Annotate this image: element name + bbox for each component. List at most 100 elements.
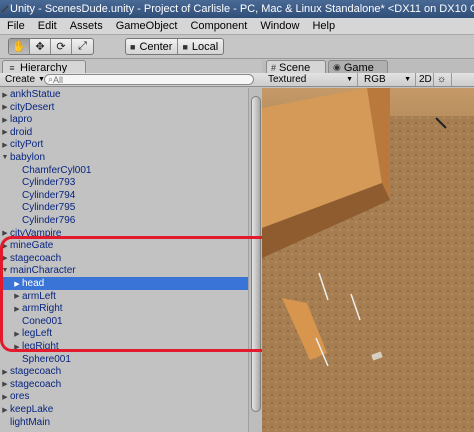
hierarchy-item-label: keepLake	[10, 404, 54, 415]
scene-tab-strip: # Scene ◉ Game	[262, 60, 474, 74]
annotation-highlight-box	[0, 236, 282, 352]
move-tool-button[interactable]: ✥	[30, 39, 51, 54]
toggle-2d-button[interactable]: 2D	[416, 73, 434, 86]
hierarchy-item[interactable]: ▶ stagecoach	[0, 378, 248, 391]
hierarchy-item[interactable]: Cylinder796	[0, 214, 248, 227]
collapse-arrow-icon[interactable]: ▼	[0, 154, 10, 161]
game-icon: ◉	[333, 62, 341, 72]
hierarchy-item[interactable]: lightMain	[0, 416, 248, 429]
lighting-toggle[interactable]: ☼	[434, 73, 452, 86]
main-toolbar: ✋ ✥ ⟳ ⤢ ■ Center ■ Local	[0, 35, 474, 59]
scene-toolbar: Textured ▼ RGB ▼ 2D ☼	[262, 73, 474, 87]
hierarchy-item-label: babylon	[10, 152, 46, 163]
menu-file[interactable]: File	[0, 20, 31, 32]
menu-help[interactable]: Help	[305, 20, 341, 32]
scene-viewport[interactable]	[262, 88, 474, 432]
local-space-icon: ■	[182, 41, 188, 52]
toggle-2d-label: 2D	[419, 74, 432, 85]
hierarchy-item[interactable]: ▶ lapro	[0, 113, 248, 126]
menu-assets[interactable]: Assets	[63, 20, 109, 32]
channel-dropdown[interactable]: RGB ▼	[358, 73, 416, 86]
expand-arrow-icon[interactable]: ▶	[0, 380, 10, 388]
hierarchy-item[interactable]: ▶ droid	[0, 126, 248, 139]
hierarchy-tab-label: Hierarchy	[20, 61, 68, 74]
pivot-label: Center	[139, 40, 173, 53]
hand-icon: ✋	[12, 41, 26, 53]
menu-edit[interactable]: Edit	[31, 20, 63, 32]
create-label: Create	[5, 74, 36, 85]
search-input[interactable]	[53, 74, 234, 85]
expand-arrow-icon[interactable]: ▶	[0, 103, 10, 111]
rotate-tool-button[interactable]: ⟳	[51, 39, 72, 54]
transform-tools: ✋ ✥ ⟳ ⤢	[8, 38, 94, 55]
rotate-icon: ⟳	[56, 41, 66, 53]
hierarchy-item[interactable]: Cylinder794	[0, 189, 248, 202]
dropdown-arrow-icon: ▼	[346, 76, 353, 83]
scene-icon: #	[271, 62, 277, 73]
hierarchy-item[interactable]: ▼ babylon	[0, 151, 248, 164]
expand-arrow-icon[interactable]: ▶	[0, 141, 10, 149]
scale-icon: ⤢	[78, 40, 87, 52]
render-mode-dropdown[interactable]: Textured ▼	[262, 73, 358, 86]
hierarchy-item-label: cityPort	[10, 139, 44, 151]
expand-arrow-icon[interactable]: ▶	[0, 91, 10, 99]
expand-arrow-icon[interactable]: ▶	[0, 393, 10, 401]
hierarchy-item-label: stagecoach	[10, 366, 62, 378]
hierarchy-item-label: ankhStatue	[10, 89, 61, 100]
sun-icon: ☼	[437, 74, 447, 85]
hierarchy-item[interactable]: Cylinder795	[0, 201, 248, 214]
hierarchy-item[interactable]: ▶ cityDesert	[0, 101, 248, 114]
unity-logo-icon	[1, 5, 9, 13]
hierarchy-item-label: stagecoach	[10, 378, 62, 390]
hierarchy-item-label: ChamferCyl001	[22, 164, 92, 176]
hierarchy-item-label: ores	[10, 391, 30, 403]
hand-tool-button[interactable]: ✋	[9, 39, 30, 54]
hierarchy-item[interactable]: ▶ cityPort	[0, 138, 248, 151]
expand-arrow-icon[interactable]: ▶	[0, 406, 10, 414]
dropdown-arrow-icon: ▼	[404, 76, 411, 83]
tab-scene[interactable]: # Scene	[266, 60, 326, 74]
scene-tab-label: Scene	[279, 61, 311, 74]
hierarchy-item[interactable]: Cylinder793	[0, 176, 248, 189]
hierarchy-item[interactable]: Sphere001	[0, 353, 248, 366]
hierarchy-toolbar: Create ▼ ⌕	[0, 73, 262, 87]
hierarchy-item-label: Cylinder793	[22, 177, 76, 189]
hierarchy-item-label: cityDesert	[10, 101, 55, 113]
hierarchy-item-label: droid	[10, 126, 33, 138]
window-title-bar: Unity - ScenesDude.unity - Project of Ca…	[0, 0, 474, 18]
hierarchy-search[interactable]: ⌕	[44, 74, 254, 85]
hierarchy-item[interactable]: ▶ ores	[0, 390, 248, 403]
render-mode-value: Textured	[268, 74, 307, 85]
tab-hierarchy[interactable]: ≡ Hierarchy	[2, 60, 86, 74]
hierarchy-item-label: Cylinder796	[22, 215, 76, 226]
scene-render	[262, 88, 474, 432]
hierarchy-item-label: Sphere001	[22, 353, 71, 365]
expand-arrow-icon[interactable]: ▶	[0, 116, 10, 124]
menu-gameobject[interactable]: GameObject	[109, 20, 184, 32]
hierarchy-item-label: lightMain	[10, 416, 51, 428]
hierarchy-icon: ≡	[9, 62, 15, 73]
scale-tool-button[interactable]: ⤢	[72, 39, 93, 54]
pivot-icon: ■	[130, 41, 136, 52]
space-local-button[interactable]: ■ Local	[178, 39, 223, 54]
expand-arrow-icon[interactable]: ▶	[0, 128, 10, 136]
hierarchy-item[interactable]: ▶ ankhStatue	[0, 88, 248, 101]
game-tab-label: Game	[343, 61, 374, 74]
space-label: Local	[191, 40, 219, 53]
window-title: Unity - ScenesDude.unity - Project of Ca…	[10, 3, 474, 15]
channel-value: RGB	[364, 74, 386, 85]
tab-game[interactable]: ◉ Game	[328, 60, 388, 74]
create-button[interactable]: Create ▼	[0, 74, 45, 85]
hierarchy-item[interactable]: ChamferCyl001	[0, 164, 248, 177]
menu-component[interactable]: Component	[183, 20, 253, 32]
hierarchy-item[interactable]: ▶ stagecoach	[0, 365, 248, 378]
menu-bar: File Edit Assets GameObject Component Wi…	[0, 18, 474, 35]
hierarchy-item[interactable]: ▶ keepLake	[0, 403, 248, 416]
hierarchy-item-label: Cylinder795	[22, 202, 76, 214]
hierarchy-item-label: lapro	[10, 114, 33, 126]
menu-window[interactable]: Window	[253, 20, 305, 32]
expand-arrow-icon[interactable]: ▶	[0, 368, 10, 376]
pivot-controls: ■ Center ■ Local	[125, 38, 225, 55]
move-icon: ✥	[35, 41, 45, 53]
pivot-center-button[interactable]: ■ Center	[126, 39, 179, 54]
